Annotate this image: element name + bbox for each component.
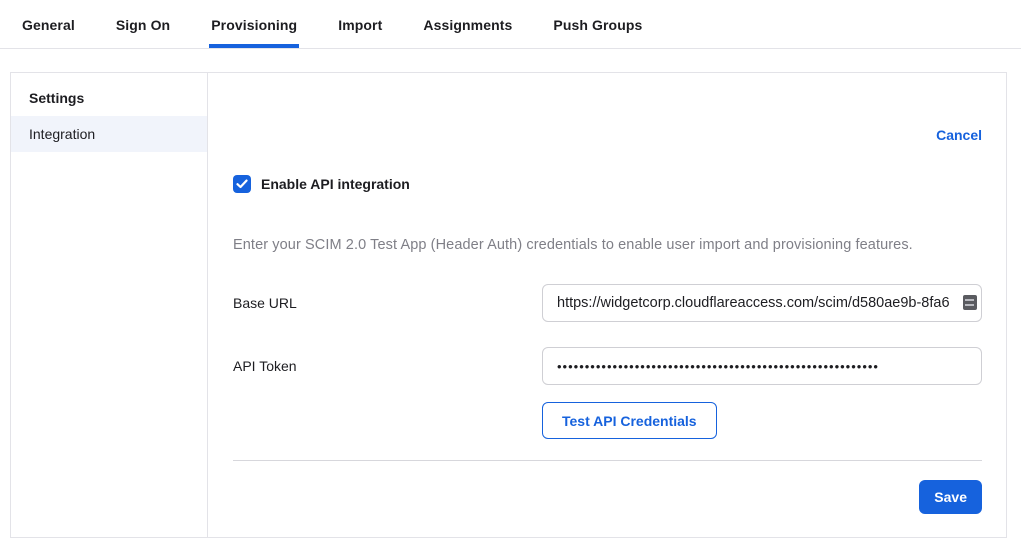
sidebar-item-integration[interactable]: Integration	[11, 116, 207, 152]
tab-push-groups[interactable]: Push Groups	[551, 0, 644, 48]
api-token-row: API Token	[233, 347, 982, 385]
check-icon	[236, 179, 248, 189]
cancel-link[interactable]: Cancel	[936, 127, 982, 143]
settings-sidebar: Settings Integration	[11, 73, 208, 537]
provisioning-panel: Settings Integration Cancel Enable API i…	[10, 72, 1007, 538]
base-url-label: Base URL	[233, 295, 542, 311]
api-token-input[interactable]	[542, 347, 982, 385]
tab-sign-on[interactable]: Sign On	[114, 0, 172, 48]
form-divider	[233, 460, 982, 461]
tab-general[interactable]: General	[20, 0, 77, 48]
credentials-description: Enter your SCIM 2.0 Test App (Header Aut…	[233, 237, 982, 253]
enable-api-integration-checkbox[interactable]	[233, 175, 251, 193]
base-url-row: Base URL	[233, 284, 982, 322]
tab-assignments[interactable]: Assignments	[421, 0, 514, 48]
sidebar-header: Settings	[11, 79, 207, 116]
enable-api-integration-label: Enable API integration	[261, 176, 410, 192]
integration-form: Cancel Enable API integration Enter your…	[208, 73, 1006, 537]
tab-provisioning[interactable]: Provisioning	[209, 0, 299, 48]
app-tab-bar: General Sign On Provisioning Import Assi…	[0, 0, 1021, 49]
tab-import[interactable]: Import	[336, 0, 384, 48]
text-overflow-indicator	[963, 295, 977, 310]
base-url-input[interactable]	[542, 284, 982, 322]
save-button[interactable]: Save	[919, 480, 982, 514]
api-token-label: API Token	[233, 358, 542, 374]
test-api-credentials-button[interactable]: Test API Credentials	[542, 402, 717, 439]
